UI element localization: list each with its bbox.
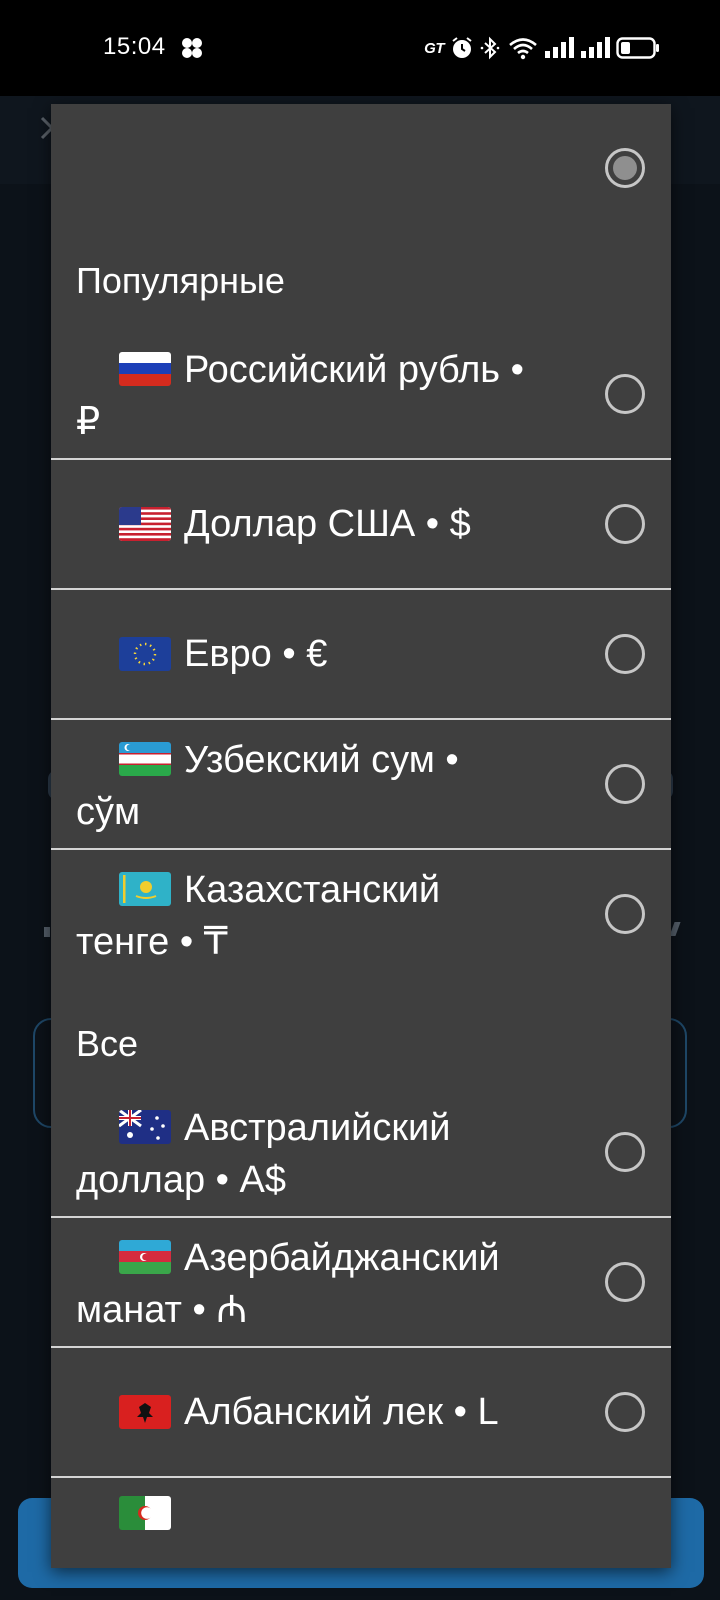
australia-flag-icon — [119, 1110, 171, 1144]
default-option[interactable] — [51, 104, 671, 232]
uzbekistan-flag-icon — [119, 742, 171, 776]
currency-label: Евро • € — [76, 590, 576, 718]
currency-dialog: Популярные Российский рубль • ₽ Доллар С… — [51, 104, 671, 1568]
kazakhstan-flag-icon — [119, 872, 171, 906]
currency-symbol: ₽ — [76, 401, 101, 443]
currency-item-uzs[interactable]: Узбекский сум • сўм — [51, 720, 671, 850]
radio-button[interactable] — [605, 1132, 645, 1172]
currency-symbol: доллар • A$ — [76, 1159, 286, 1201]
status-icons: GT — [424, 34, 660, 62]
gt-badge: GT — [424, 39, 444, 57]
currency-name: Доллар США • $ — [184, 503, 471, 545]
eu-flag-icon — [119, 637, 171, 671]
currency-label: Доллар США • $ — [76, 460, 576, 588]
section-header-all: Все — [76, 1023, 139, 1064]
background-text-fragment — [669, 922, 681, 936]
currency-item-usd[interactable]: Доллар США • $ — [51, 460, 671, 590]
radio-button[interactable] — [605, 504, 645, 544]
radio-button-selected[interactable] — [605, 148, 645, 188]
currency-label: Албанский лек • L — [76, 1348, 576, 1476]
currency-name: Евро • € — [184, 633, 328, 675]
usa-flag-icon — [119, 507, 171, 541]
alarm-icon — [450, 36, 474, 60]
currency-name: Азербайджанский — [184, 1237, 500, 1279]
battery-icon — [616, 36, 660, 60]
currency-name: Узбекский сум • — [184, 739, 459, 781]
weather-dots-icon — [180, 36, 204, 60]
albania-flag-icon — [119, 1395, 171, 1429]
radio-button[interactable] — [605, 1262, 645, 1302]
currency-item-eur[interactable]: Евро • € — [51, 590, 671, 720]
currency-name: Казахстанский — [184, 869, 441, 911]
currency-symbol: манат • ₼ — [76, 1289, 248, 1331]
currency-item-dzd[interactable] — [51, 1478, 671, 1538]
currency-label — [76, 1496, 576, 1568]
status-bar: 15:04 GT — [0, 0, 720, 96]
radio-button[interactable] — [605, 1392, 645, 1432]
currency-name: Албанский лек • L — [184, 1391, 499, 1433]
currency-label: Казахстанский тенге • ₸ — [76, 850, 576, 978]
background-text-fragment — [44, 927, 50, 937]
radio-button[interactable] — [605, 634, 645, 674]
bluetooth-icon — [480, 36, 502, 60]
wifi-icon — [508, 36, 538, 60]
radio-button[interactable] — [605, 764, 645, 804]
radio-button[interactable] — [605, 894, 645, 934]
section-header-popular: Популярные — [76, 260, 285, 301]
currency-item-all[interactable]: Албанский лек • L — [51, 1348, 671, 1478]
currency-item-azn[interactable]: Азербайджанский манат • ₼ — [51, 1218, 671, 1348]
signal-icon — [544, 36, 574, 60]
currency-label: Австралийский доллар • A$ — [76, 1088, 576, 1216]
currency-symbol: сўм — [76, 791, 141, 833]
russia-flag-icon — [119, 352, 171, 386]
currency-label: Азербайджанский манат • ₼ — [76, 1218, 576, 1346]
currency-label: Российский рубль • ₽ — [76, 330, 576, 458]
currency-label: Узбекский сум • сўм — [76, 720, 576, 848]
status-time: 15:04 — [103, 33, 166, 60]
currency-name: Российский рубль • — [184, 349, 524, 391]
currency-item-rub[interactable]: Российский рубль • ₽ — [51, 330, 671, 460]
currency-item-aud[interactable]: Австралийский доллар • A$ — [51, 1088, 671, 1218]
currency-item-kzt[interactable]: Казахстанский тенге • ₸ — [51, 850, 671, 980]
azerbaijan-flag-icon — [119, 1240, 171, 1274]
radio-button[interactable] — [605, 374, 645, 414]
algeria-flag-icon — [119, 1496, 171, 1530]
currency-symbol: тенге • ₸ — [76, 921, 228, 963]
currency-name: Австралийский — [184, 1107, 451, 1149]
signal-icon — [580, 36, 610, 60]
